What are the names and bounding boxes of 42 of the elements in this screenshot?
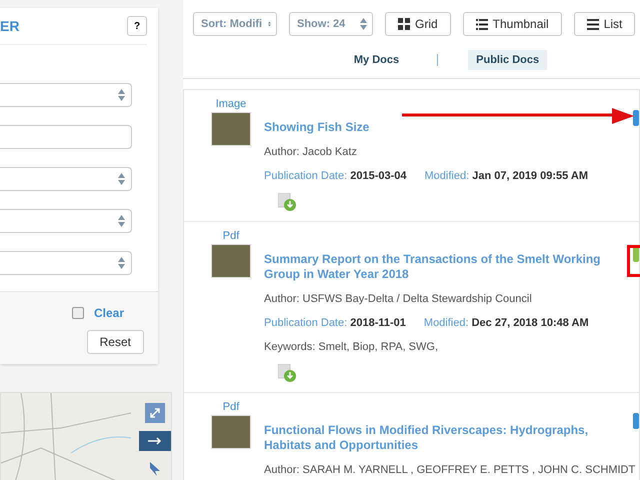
thumbnail-placeholder[interactable] [211, 244, 251, 278]
type-label: Pdf [222, 401, 240, 413]
select-arrows-icon [118, 89, 125, 101]
author-text: Author: USFWS Bay-Delta / Delta Stewardship Council [264, 292, 533, 306]
list-icon [476, 18, 488, 30]
expand-icon[interactable] [145, 403, 165, 423]
select-field[interactable] [0, 209, 132, 233]
help-button[interactable]: ? [127, 16, 147, 36]
action-button[interactable] [633, 110, 639, 126]
tab[interactable]: Public Docs [468, 50, 548, 70]
select-arrows-icon [118, 173, 125, 185]
type-label: Pdf [222, 230, 240, 242]
tab[interactable]: My Docs [346, 50, 408, 70]
publication-date: Publication Date: 2015-03-04 [264, 169, 407, 183]
select-arrows-icon [118, 215, 125, 227]
author-text: Author: Jacob Katz [264, 145, 358, 159]
modified-date: Modified: Jan 07, 2019 09:55 AM [424, 169, 588, 183]
view-button[interactable]: List [574, 12, 636, 36]
select-field[interactable] [0, 251, 132, 275]
publication-date: Publication Date: 2018-11-01 [264, 316, 406, 330]
thumbnail-placeholder[interactable] [211, 112, 251, 146]
thumbnail-placeholder[interactable] [211, 415, 251, 449]
view-button[interactable]: Grid [385, 12, 451, 36]
download-icon[interactable] [278, 193, 296, 211]
grid-icon [398, 18, 410, 30]
select-field[interactable] [0, 83, 132, 107]
menu-icon [586, 18, 599, 30]
highlight-box [627, 245, 640, 277]
action-button[interactable] [633, 413, 639, 429]
keywords-text: Keywords: Smelt, Biop, RPA, SWG, [264, 340, 440, 354]
select-arrows-icon [118, 257, 125, 269]
input-field[interactable] [0, 125, 132, 149]
select-arrows-icon [360, 18, 367, 30]
modified-date: Modified: Dec 27, 2018 10:48 AM [424, 316, 589, 330]
author-text: Author: SARAH M. YARNELL , GEOFFREY E. PETTS , JOHN C. SCHMIDT [264, 463, 636, 477]
view-button[interactable]: Thumbnail [462, 12, 562, 36]
checkbox[interactable] [72, 307, 84, 319]
select-field[interactable] [0, 167, 132, 191]
reset-button[interactable]: Reset [86, 330, 144, 354]
type-label: Image [216, 98, 246, 110]
download-icon[interactable] [278, 364, 296, 382]
panel-title: ER [0, 18, 20, 34]
